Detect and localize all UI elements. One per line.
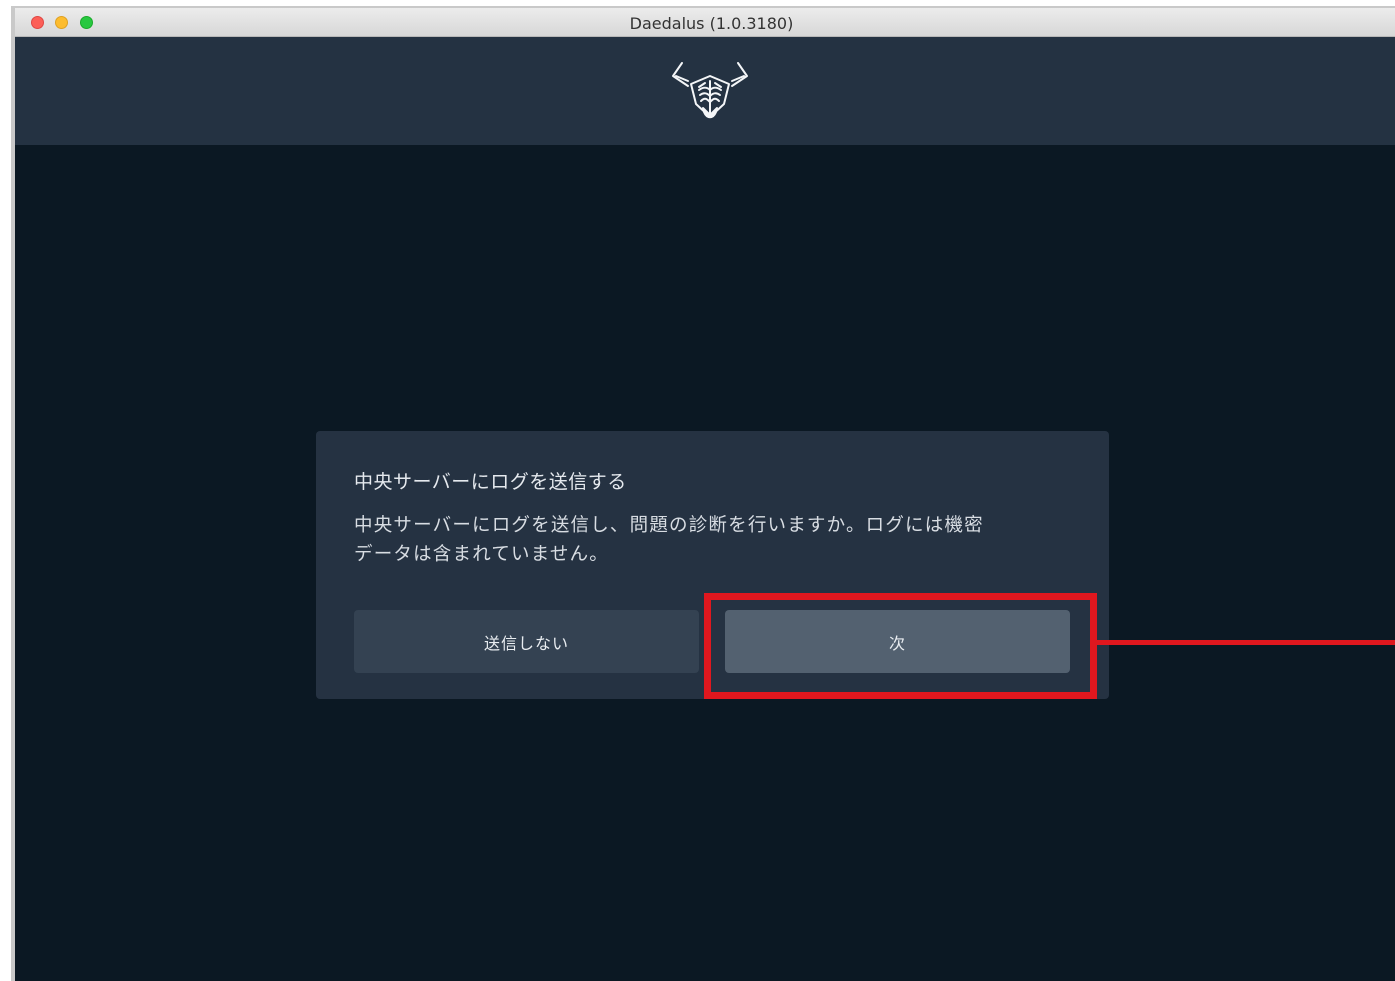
daedalus-window: Daedalus (1.0.3180) 中央サーバーにログを送信する 中央サーバ…	[15, 8, 1395, 981]
screenshot-page: Daedalus (1.0.3180) 中央サーバーにログを送信する 中央サーバ…	[0, 0, 1395, 981]
dialog-title: 中央サーバーにログを送信する	[354, 471, 627, 493]
send-logs-dialog: 中央サーバーにログを送信する 中央サーバーにログを送信し、問題の診断を行いますか…	[316, 431, 1109, 699]
dialog-message: 中央サーバーにログを送信し、問題の診断を行いますか。ログには機密 データは含まれ…	[354, 511, 1074, 569]
app-header	[15, 37, 1395, 145]
daedalus-bull-logo-icon	[672, 62, 748, 119]
do-not-send-button[interactable]: 送信しない	[354, 610, 699, 673]
main-content: 中央サーバーにログを送信する 中央サーバーにログを送信し、問題の診断を行いますか…	[15, 145, 1395, 981]
next-button[interactable]: 次	[725, 610, 1070, 673]
window-title: Daedalus (1.0.3180)	[629, 14, 794, 33]
dialog-message-line-1: 中央サーバーにログを送信し、問題の診断を行いますか。ログには機密	[354, 515, 984, 536]
dialog-message-line-2: データは含まれていません。	[354, 544, 609, 565]
window-titlebar[interactable]: Daedalus (1.0.3180)	[15, 8, 1395, 37]
